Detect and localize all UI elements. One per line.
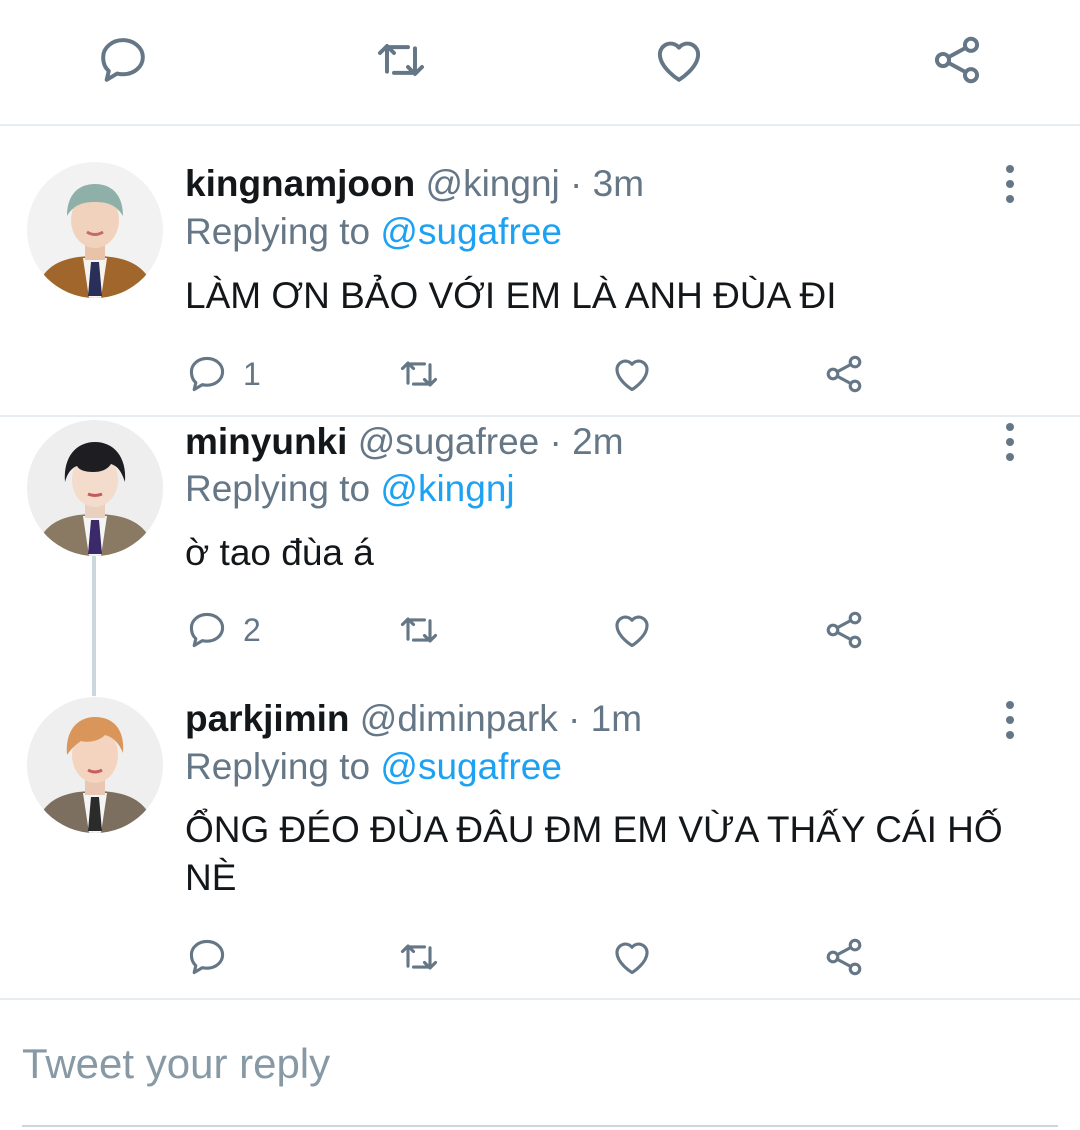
replying-to: Replying to @kingnj [185,467,515,511]
like-button[interactable] [610,606,654,654]
like-icon [615,615,649,648]
top-action-bar [0,0,1080,126]
reply-icon [189,939,225,975]
reply-icon [189,612,225,648]
share-icon [826,938,862,976]
replying-to-label: Replying to [185,746,381,787]
tweet-text: ỔNG ĐÉO ĐÙA ĐÂU ĐM EM VỪA THẤY CÁI HỐ NÈ [185,809,1003,898]
reply-icon[interactable] [88,25,158,95]
display-name[interactable]: kingnamjoon [185,163,415,204]
mention-link[interactable]: @sugafree [380,746,562,787]
replying-to-label: Replying to [185,211,381,252]
avatar[interactable] [27,420,163,556]
tweet-actions: 2 [185,606,885,654]
replying-to: Replying to @sugafree [185,745,562,789]
tweet-actions [185,933,885,981]
reply-button[interactable] [185,933,243,981]
retweet-button[interactable] [395,933,443,981]
like-icon [615,942,649,975]
reply-count: 2 [243,611,261,648]
retweet-icon[interactable] [366,25,436,95]
mention-link[interactable]: @kingnj [380,468,514,509]
reply-icon [189,356,225,392]
tweet-header: parkjimin @diminpark · 1m [185,697,642,741]
share-icon[interactable] [922,25,992,95]
share-button[interactable] [822,350,866,398]
reply-count: 1 [243,355,261,392]
timestamp[interactable]: · 3m [570,163,644,204]
share-icon [826,355,862,393]
more-options-icon[interactable] [990,160,1030,208]
tweet-text: ờ tao đùa á [185,532,374,573]
reply-button[interactable]: 1 [185,350,261,398]
tweet-actions: 1 [185,350,885,398]
like-icon[interactable] [644,25,714,95]
user-handle[interactable]: @diminpark [360,698,558,739]
display-name[interactable]: minyunki [185,421,347,462]
user-handle[interactable]: @kingnj [426,163,560,204]
tweet-header: minyunki @sugafree · 2m [185,420,624,464]
mention-link[interactable]: @sugafree [380,211,562,252]
divider [0,998,1080,1000]
reply-input[interactable] [22,1035,1058,1093]
like-icon [615,359,649,392]
like-button[interactable] [610,933,654,981]
retweet-button[interactable] [395,350,443,398]
share-button[interactable] [822,933,866,981]
display-name[interactable]: parkjimin [185,698,350,739]
retweet-icon [400,617,438,643]
like-button[interactable] [610,350,654,398]
avatar[interactable] [27,162,163,298]
share-button[interactable] [822,606,866,654]
share-icon [826,611,862,649]
divider [0,415,1080,417]
reply-composer [22,1035,1058,1127]
thread-connector [92,556,96,696]
reply-button[interactable]: 2 [185,606,261,654]
more-options-icon[interactable] [990,418,1030,466]
more-options-icon[interactable] [990,696,1030,744]
retweet-icon [400,361,438,387]
user-handle[interactable]: @sugafree [358,421,540,462]
retweet-icon [400,944,438,970]
avatar[interactable] [27,697,163,833]
replying-to-label: Replying to [185,468,381,509]
tweet-header: kingnamjoon @kingnj · 3m [185,162,644,206]
tweet-text: LÀM ƠN BẢO VỚI EM LÀ ANH ĐÙA ĐI [185,275,837,316]
retweet-button[interactable] [395,606,443,654]
timestamp[interactable]: · 2m [550,421,624,462]
timestamp[interactable]: · 1m [568,698,642,739]
replying-to: Replying to @sugafree [185,210,562,254]
